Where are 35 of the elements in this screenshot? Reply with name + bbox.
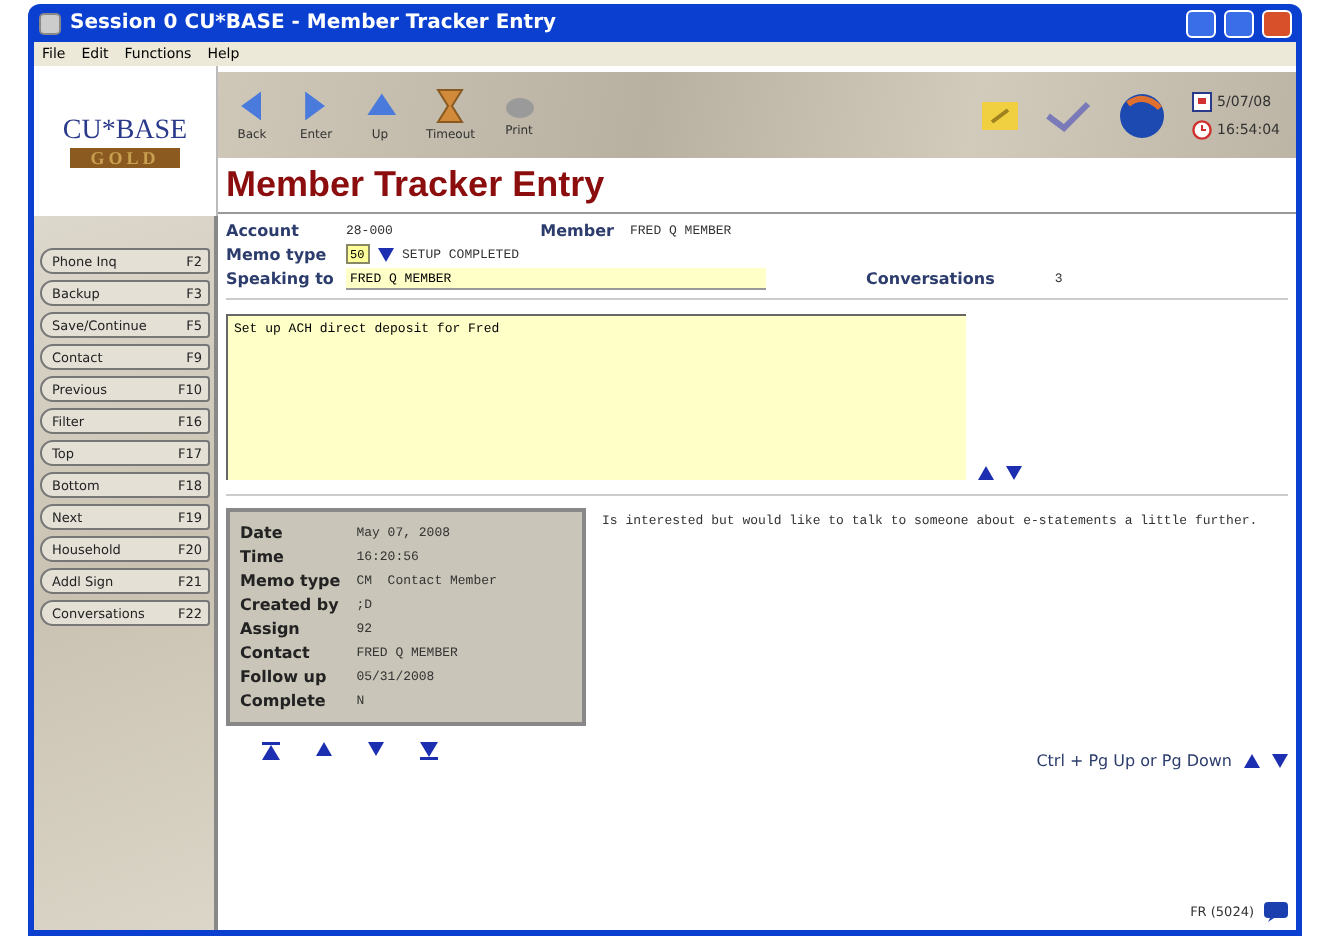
app-icon [38, 11, 62, 35]
maximize-button[interactable] [1224, 9, 1254, 37]
page-hint: Ctrl + Pg Up or Pg Down [1036, 752, 1232, 770]
field-label: Conversations [866, 270, 995, 288]
minimize-button[interactable] [1186, 9, 1216, 37]
scroll-up-icon[interactable] [978, 466, 994, 480]
detail-label: Follow up [240, 668, 329, 686]
page-title: Member Tracker Entry [218, 158, 1296, 214]
window-title: Session 0 CU*BASE - Member Tracker Entry [70, 12, 559, 34]
detail-label: Memo type [240, 572, 341, 590]
hourglass-icon [436, 88, 465, 124]
clock-icon [1191, 119, 1212, 139]
field-label: Speaking to [226, 270, 336, 288]
detail-label: Created by [240, 596, 341, 614]
field-label: Account [226, 222, 301, 240]
detail-label: Assign [240, 620, 302, 638]
detail-label: Date [240, 524, 285, 542]
globe-icon[interactable] [1115, 91, 1168, 139]
first-record-button[interactable] [262, 742, 280, 760]
last-record-button[interactable] [420, 742, 438, 760]
detail-label: Time [240, 548, 286, 566]
lookup-arrow-icon[interactable] [378, 247, 394, 261]
close-button[interactable] [1262, 9, 1292, 37]
previous-record-button[interactable] [316, 742, 332, 760]
field-label: Memo type [226, 245, 329, 263]
page-down-icon[interactable] [1272, 754, 1288, 768]
scroll-down-icon[interactable] [1006, 466, 1022, 480]
help-icon[interactable] [1264, 902, 1288, 922]
detail-label: Complete [240, 692, 328, 710]
calendar-icon [1191, 91, 1212, 111]
checkmark-icon[interactable] [1043, 99, 1092, 131]
field-label: Member [538, 222, 616, 240]
page-up-icon[interactable] [1244, 754, 1260, 768]
detail-label: Contact [240, 644, 312, 662]
next-record-button[interactable] [368, 742, 384, 760]
